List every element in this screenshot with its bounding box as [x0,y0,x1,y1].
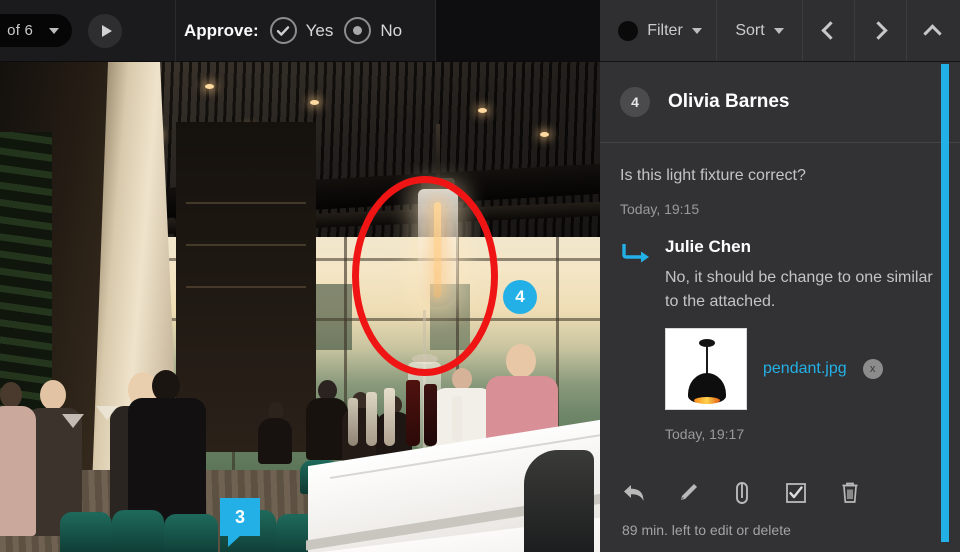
reply-arrow-icon [620,237,652,410]
play-icon [101,25,112,37]
approve-label: Approve: [184,20,259,40]
comment-marker-3[interactable]: 3 [220,498,260,547]
reply-action-button[interactable] [622,480,646,506]
thread-reply: Julie Chen No, it should be change to on… [620,237,938,410]
top-toolbar: of 6 Approve: Yes No Filter Sort [0,0,960,62]
comment-marker-4[interactable]: 4 [503,280,537,314]
approve-no-label: No [380,20,403,40]
chevron-down-icon [773,27,784,34]
chevron-up-icon [923,23,942,43]
approve-yes-label: Yes [305,20,334,40]
toolbar-left-section: of 6 [0,0,175,62]
chevron-right-icon [869,21,888,40]
thread-body: Is this light fixture correct? Today, 19… [600,143,960,442]
thread-header: 4 Olivia Barnes [600,62,960,143]
edit-time-notice: 89 min. left to edit or delete [622,522,791,538]
attach-action-button[interactable] [730,480,754,506]
resolve-action-button[interactable] [784,480,808,506]
approve-no-option[interactable]: No [344,17,402,44]
image-canvas[interactable]: 4 3 [0,62,600,552]
radio-dot-icon [344,17,372,44]
attachment-filename[interactable]: pendant.jpg [763,360,847,378]
reply-timestamp: Today, 19:17 [665,426,745,442]
approve-yes-option[interactable]: Yes [269,17,334,44]
play-button[interactable] [88,14,122,48]
sort-label: Sort [735,21,765,39]
filled-circle-icon [618,20,639,41]
reply-body: Julie Chen No, it should be change to on… [665,237,938,410]
sort-control[interactable]: Sort [716,0,802,61]
comment-actions: 89 min. left to edit or delete [600,476,960,538]
filter-label: Filter [647,21,683,39]
reply-author: Julie Chen [665,237,751,256]
chevron-left-icon [821,21,840,40]
thread-author: Olivia Barnes [668,91,790,112]
thread-timestamp: Today, 19:15 [620,201,700,217]
page-selector[interactable]: of 6 [0,14,72,47]
comment-marker-3-label: 3 [234,506,245,527]
chevron-down-icon [691,27,702,34]
comment-panel-header: Filter Sort [600,0,960,62]
panel-scrollbar[interactable] [941,64,949,542]
page-selector-label: of 6 [7,22,33,39]
comment-panel: 4 Olivia Barnes Is this light fixture co… [600,62,960,552]
close-icon[interactable]: x [862,359,883,379]
pendant-lamp-thumbnail[interactable] [665,328,747,410]
delete-action-button[interactable] [838,480,862,506]
filter-control[interactable]: Filter [600,0,716,61]
app-root: of 6 Approve: Yes No Filter Sort 4 3 4 O… [0,0,960,552]
check-circle-icon [269,17,297,44]
chevron-down-icon [49,27,59,34]
edit-action-button[interactable] [676,480,700,506]
next-comment-button[interactable] [854,0,906,61]
prev-comment-button[interactable] [802,0,854,61]
thread-index-badge: 4 [620,87,650,117]
reply-message: No, it should be change to one similar t… [665,269,933,310]
attachment-row: pendant.jpg x [665,328,938,410]
action-icon-row [622,476,960,510]
thread-message: Is this light fixture correct? [620,167,806,184]
comment-marker-4-label: 4 [515,287,525,306]
collapse-panel-button[interactable] [906,0,958,61]
approve-section: Approve: Yes No [175,0,435,62]
restaurant-render-image: 4 3 [0,62,600,552]
toolbar-empty-section [435,0,600,62]
